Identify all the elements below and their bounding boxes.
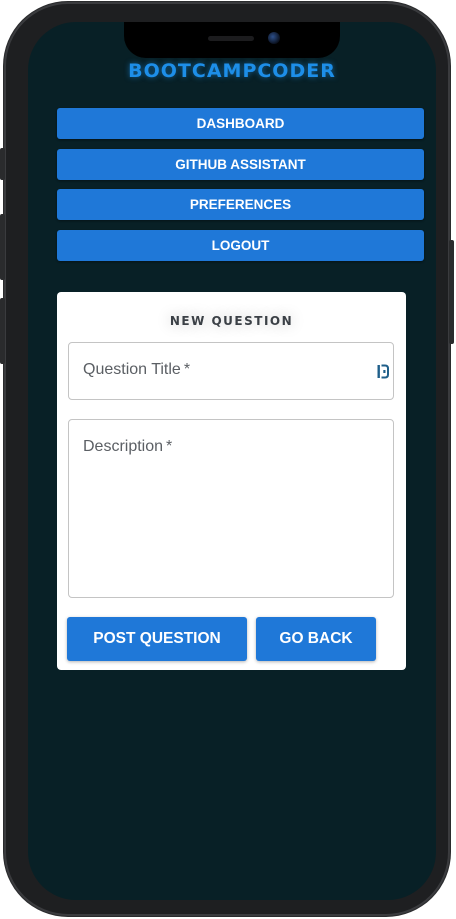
new-question-card: NEW QUESTION Question Title * Description…	[57, 292, 406, 670]
description-label: Description *	[83, 438, 173, 455]
volume-down-button	[0, 298, 5, 364]
phone-frame: BOOTCAMPCODER DASHBOARD GITHUB ASSISTANT…	[0, 2, 454, 916]
silent-switch	[0, 148, 5, 180]
question-title-label: Question Title *	[83, 361, 191, 378]
card-title: NEW QUESTION	[169, 314, 294, 328]
preferences-button[interactable]: PREFERENCES	[57, 189, 424, 221]
brand-logo: BOOTCAMPCODER	[128, 60, 336, 82]
question-title-field[interactable]: Question Title *	[68, 342, 394, 400]
front-camera	[268, 32, 280, 44]
app-screen: BOOTCAMPCODER DASHBOARD GITHUB ASSISTANT…	[28, 22, 436, 900]
power-button	[449, 240, 454, 344]
description-field[interactable]: Description *	[68, 419, 394, 598]
notch	[124, 22, 340, 58]
go-back-button[interactable]: GO BACK	[256, 617, 376, 661]
logout-button[interactable]: LOGOUT	[57, 230, 424, 262]
github-assistant-button[interactable]: GITHUB ASSISTANT	[57, 148, 424, 180]
dashboard-button[interactable]: DASHBOARD	[57, 108, 424, 139]
volume-up-button	[0, 214, 5, 280]
speaker-grille	[208, 36, 254, 41]
post-question-button[interactable]: POST QUESTION	[67, 617, 247, 661]
form-autofill-icon[interactable]	[377, 364, 389, 379]
main-nav: DASHBOARD GITHUB ASSISTANT PREFERENCES L…	[57, 108, 424, 271]
